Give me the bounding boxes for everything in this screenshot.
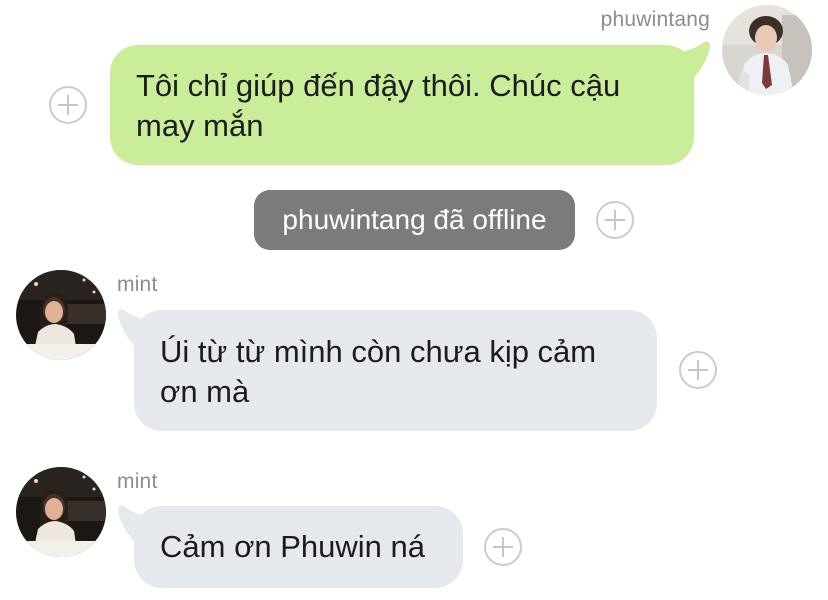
message-line: Tôi chỉ giúp đến đậy thôi. Chúc cậu (136, 68, 621, 103)
plus-circle-icon[interactable] (679, 351, 717, 389)
message-bubble[interactable]: Cảm ơn Phuwin ná (134, 506, 463, 588)
sender-name: mint (117, 470, 158, 493)
avatar-mint[interactable] (16, 467, 106, 557)
plus-circle-icon[interactable] (596, 201, 634, 239)
system-message: phuwintang đã offline (254, 190, 575, 250)
message-bubble[interactable]: Úi từ từ mình còn chưa kịp cảm ơn mà (134, 310, 657, 431)
sender-name: phuwintang (600, 8, 710, 31)
sender-name: mint (117, 273, 158, 296)
message-line: Úi từ từ mình còn chưa kịp cảm (160, 334, 597, 369)
avatar-phuwintang[interactable] (722, 5, 812, 95)
message-line: ơn mà (160, 374, 250, 409)
message-line: may mắn (136, 108, 264, 143)
message-line: Cảm ơn Phuwin ná (160, 529, 426, 564)
plus-circle-icon[interactable] (484, 528, 522, 566)
avatar-mint[interactable] (16, 270, 106, 360)
message-bubble[interactable]: Tôi chỉ giúp đến đậy thôi. Chúc cậu may … (110, 45, 694, 165)
plus-circle-icon[interactable] (49, 86, 87, 124)
